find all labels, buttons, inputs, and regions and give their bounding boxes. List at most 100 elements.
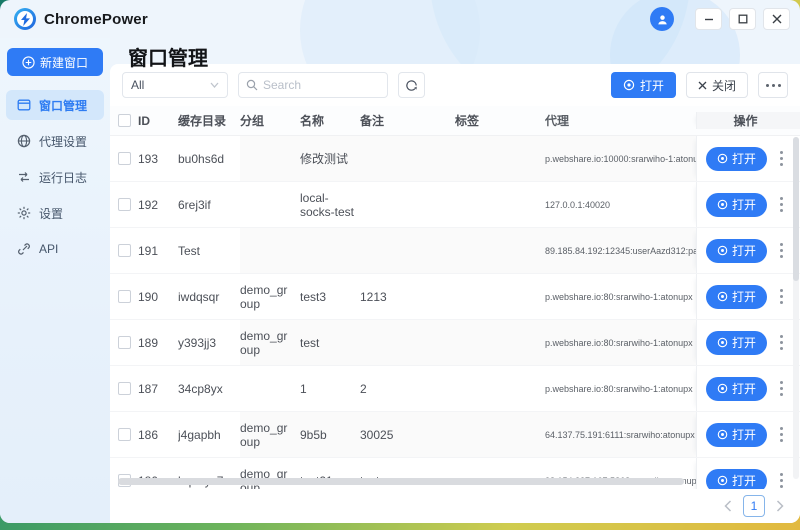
row-open-button[interactable]: 打开 — [706, 423, 767, 447]
close-button[interactable] — [763, 8, 790, 30]
row-name: test3 — [300, 274, 360, 319]
toolbar: All — [110, 64, 800, 106]
column-header-name: 名称 — [300, 112, 360, 129]
open-circle-icon — [717, 245, 728, 256]
row-open-label: 打开 — [732, 334, 756, 351]
row-name — [300, 228, 360, 273]
row-more-icon[interactable] — [776, 193, 787, 216]
table-row: 192 6rej3if local-socks-test 127.0.0.1:4… — [110, 182, 800, 228]
app-window: ChromePower 新建窗口 窗口管理代理设置运行日志设置 API 窗口管理 — [0, 0, 800, 523]
row-proxy: p.webshare.io:80:srarwiho-1:atonupx — [545, 366, 696, 411]
row-checkbox[interactable] — [118, 152, 131, 165]
row-group: demo_group — [240, 274, 300, 319]
row-more-icon[interactable] — [776, 331, 787, 354]
row-tag — [455, 320, 545, 365]
table-body: 193 bu0hs6d 修改测试 p.webshare.io:10000:sra… — [110, 136, 800, 489]
horizontal-scrollbar-thumb[interactable] — [118, 478, 684, 485]
table-row: 187 34cp8yx 1 2 p.webshare.io:80:srarwih… — [110, 366, 800, 412]
page-number-button[interactable]: 1 — [743, 495, 765, 517]
row-more-icon[interactable] — [776, 377, 787, 400]
row-more-icon[interactable] — [776, 285, 787, 308]
open-selected-button[interactable]: 打开 — [611, 72, 676, 98]
sidebar-item-4[interactable]: 设置 — [6, 198, 104, 228]
open-selected-label: 打开 — [640, 77, 664, 94]
row-cache-dir: 6rej3if — [178, 182, 240, 227]
row-open-button[interactable]: 打开 — [706, 377, 767, 401]
row-proxy: 89.185.84.192:12345:userAazd312:pa — [545, 228, 696, 273]
row-checkbox[interactable] — [118, 428, 131, 441]
row-proxy: 64.137.75.191:6111:srarwiho:atonupx — [545, 412, 696, 457]
row-open-button[interactable]: 打开 — [706, 193, 767, 217]
filter-select-value: All — [131, 78, 144, 92]
row-more-icon[interactable] — [776, 423, 787, 446]
table-row: 189 y393jj3 demo_group test p.webshare.i… — [110, 320, 800, 366]
row-group — [240, 136, 300, 181]
row-open-button[interactable]: 打开 — [706, 331, 767, 355]
row-cache-dir: y393jj3 — [178, 320, 240, 365]
row-checkbox[interactable] — [118, 336, 131, 349]
refresh-icon — [405, 79, 418, 92]
ellipsis-icon — [766, 84, 781, 87]
sidebar-item-3[interactable]: 运行日志 — [6, 162, 104, 192]
row-group — [240, 228, 300, 273]
table-row: 190 iwdqsqr demo_group test3 1213 p.webs… — [110, 274, 800, 320]
row-open-label: 打开 — [732, 242, 756, 259]
logs-icon — [17, 170, 31, 184]
content-panel: All — [110, 64, 800, 523]
sidebar-item-1[interactable]: 窗口管理 — [6, 90, 104, 120]
row-open-label: 打开 — [732, 288, 756, 305]
row-cache-dir: iwdqsqr — [178, 274, 240, 319]
sidebar-item-2[interactable]: 代理设置 — [6, 126, 104, 156]
row-checkbox[interactable] — [118, 290, 131, 303]
vertical-scrollbar-thumb[interactable] — [793, 137, 799, 281]
sidebar-item-5[interactable]: API — [6, 234, 104, 264]
sidebar-item-label: API — [39, 242, 58, 256]
column-header-group: 分组 — [240, 112, 300, 129]
row-more-icon[interactable] — [776, 239, 787, 262]
user-avatar[interactable] — [650, 7, 674, 31]
column-header-proxy: 代理 — [545, 112, 696, 129]
page-title: 窗口管理 — [128, 42, 208, 71]
search-input[interactable] — [263, 78, 373, 92]
filter-select[interactable]: All — [122, 72, 228, 98]
pagination: 1 — [110, 489, 800, 523]
prev-page-button[interactable] — [724, 500, 732, 512]
minimize-button[interactable] — [695, 8, 722, 30]
row-id: 192 — [138, 182, 178, 227]
sidebar-nav: 窗口管理代理设置运行日志设置 API — [0, 90, 110, 264]
row-open-label: 打开 — [732, 196, 756, 213]
close-selected-button[interactable]: 关闭 — [686, 72, 748, 98]
row-more-icon[interactable] — [776, 147, 787, 170]
refresh-button[interactable] — [398, 72, 425, 98]
row-open-button[interactable]: 打开 — [706, 147, 767, 171]
row-name: local-socks-test — [300, 182, 360, 227]
select-all-checkbox[interactable] — [118, 114, 131, 127]
row-checkbox[interactable] — [118, 382, 131, 395]
close-selected-label: 关闭 — [712, 77, 736, 94]
sidebar-item-label: 运行日志 — [39, 169, 87, 186]
app-logo-icon — [14, 8, 36, 30]
row-open-label: 打开 — [732, 150, 756, 167]
open-circle-icon — [717, 153, 728, 164]
row-open-button[interactable]: 打开 — [706, 285, 767, 309]
next-page-button[interactable] — [776, 500, 784, 512]
row-checkbox[interactable] — [118, 198, 131, 211]
row-open-button[interactable]: 打开 — [706, 239, 767, 263]
row-checkbox[interactable] — [118, 244, 131, 257]
row-cache-dir: j4gapbh — [178, 412, 240, 457]
table-row: 193 bu0hs6d 修改测试 p.webshare.io:10000:sra… — [110, 136, 800, 182]
select-all-cell — [110, 114, 138, 127]
column-header-cache: 缓存目录 — [178, 112, 240, 129]
maximize-button[interactable] — [729, 8, 756, 30]
row-proxy: 127.0.0.1:40020 — [545, 182, 696, 227]
titlebar: ChromePower — [0, 0, 800, 38]
row-id: 187 — [138, 366, 178, 411]
more-actions-button[interactable] — [758, 72, 788, 98]
table-row: 191 Test 89.185.84.192:12345:userAazd312… — [110, 228, 800, 274]
new-window-button[interactable]: 新建窗口 — [7, 48, 103, 76]
x-icon — [698, 81, 707, 90]
row-remark: 2 — [360, 366, 455, 411]
gear-icon — [17, 206, 31, 220]
row-tag — [455, 228, 545, 273]
row-tag — [455, 182, 545, 227]
